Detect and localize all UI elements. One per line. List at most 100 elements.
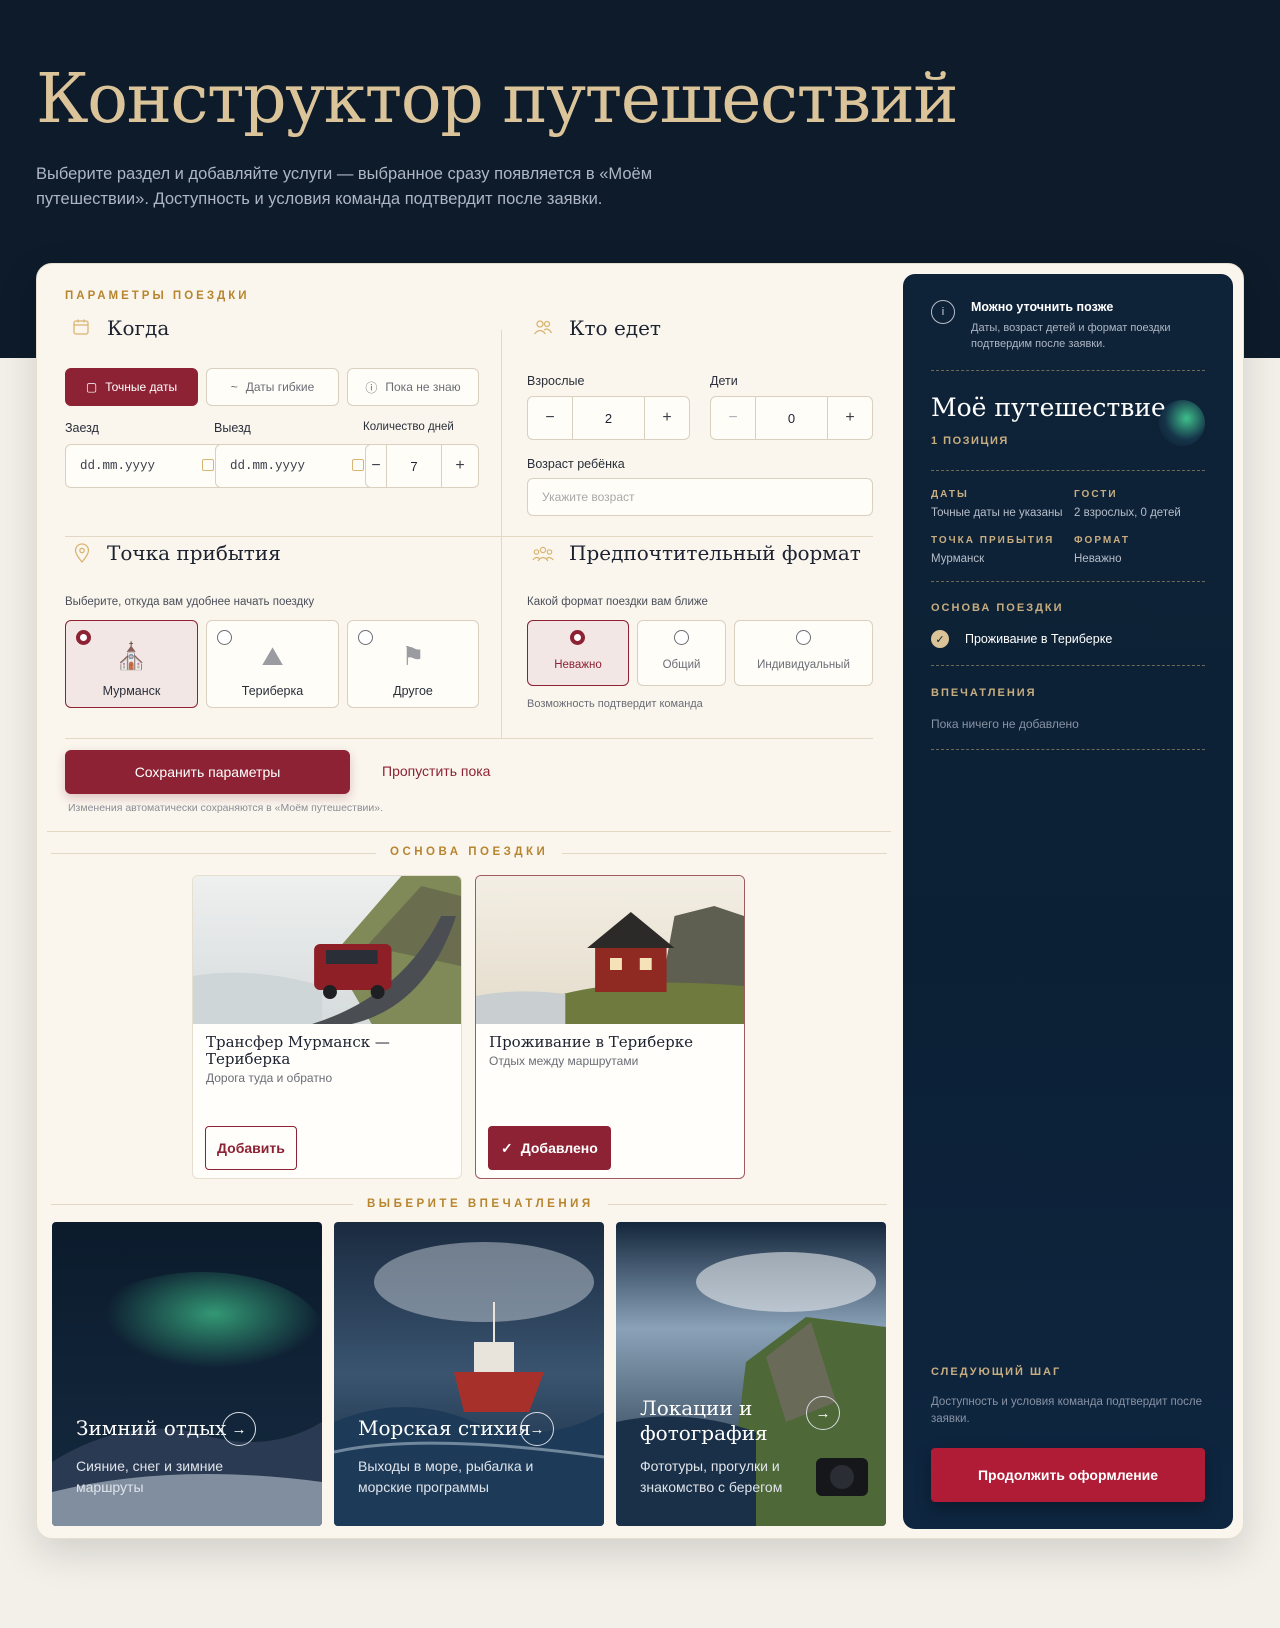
calendar-icon (352, 459, 364, 471)
days-value[interactable]: 7 (386, 445, 442, 487)
row-divider (65, 738, 873, 739)
exp-subtitle: Выходы в море, рыбалка и морские програм… (358, 1458, 534, 1495)
adults-stepper: − 2 + (527, 396, 690, 440)
format-option-label: Неважно (554, 659, 602, 671)
days-stepper: − 7 + (365, 444, 479, 488)
exp-title: Морская стихия (358, 1416, 531, 1440)
mode-label: Точные даты (105, 380, 178, 394)
arrival-option-teriberka[interactable]: ⛰ Териберка (206, 620, 339, 708)
days-plus-button[interactable]: + (442, 445, 478, 487)
exp-title: Зимний отдых (76, 1416, 227, 1440)
arrival-option-label: Териберка (241, 684, 304, 698)
church-icon: ⛪ (115, 641, 148, 671)
experiences-label: ВПЕЧАТЛЕНИЯ (931, 687, 1037, 699)
radio[interactable] (795, 630, 811, 645)
arrival-option-other[interactable]: ⚑ Другое (347, 620, 479, 708)
format-value: Неважно (1074, 553, 1122, 565)
divider (931, 665, 1205, 666)
base-label: ОСНОВА ПОЕЗДКИ (931, 602, 1064, 614)
guests-value: 2 взрослых, 0 детей (1074, 507, 1181, 519)
format-title: Предпочтительный формат (569, 541, 861, 565)
children-plus-button[interactable]: + (828, 397, 872, 439)
calendar-icon: ▢ (85, 380, 98, 394)
save-params-button[interactable]: Сохранить параметры (65, 750, 350, 794)
adults-minus-button[interactable]: − (528, 397, 572, 439)
calendar-icon (73, 319, 89, 335)
format-note: Возможность подтвердит команда (527, 698, 703, 710)
section-divider (47, 831, 891, 832)
divider (931, 749, 1205, 750)
exp-card-sea[interactable]: Морская стихия → Выходы в море, рыбалка … (334, 1222, 604, 1526)
arrival-label: ТОЧКА ПРИБЫТИЯ (931, 535, 1055, 546)
continue-button[interactable]: Продолжить оформление (931, 1448, 1205, 1502)
people-icon (533, 320, 553, 335)
mode-unknown[interactable]: ⓘ Пока не знаю (347, 368, 479, 406)
card-title: Трансфер Мурманск — Териберка (206, 1033, 390, 1068)
aurora-thumbnail (1159, 400, 1205, 446)
children-minus-button[interactable]: − (711, 397, 755, 439)
next-step-text: Доступность и условия команда подтвердит… (931, 1396, 1203, 1425)
exp-card-winter[interactable]: Зимний отдых → Сияние, снег и зимние мар… (52, 1222, 322, 1526)
divider (931, 581, 1205, 582)
adults-label: Взрослые (527, 374, 585, 388)
added-button[interactable]: ✓ Добавлено (488, 1126, 611, 1170)
column-divider (501, 330, 502, 738)
format-option-group[interactable]: Общий (637, 620, 726, 686)
question-icon: ⓘ (365, 380, 378, 395)
arrival-title: Точка прибытия (107, 541, 281, 565)
my-trip-sidebar: i Можно уточнить позже Даты, возраст дет… (903, 274, 1233, 1529)
added-label: Добавлено (520, 1140, 598, 1156)
params-section-label: ПАРАМЕТРЫ ПОЕЗДКИ (65, 290, 250, 302)
divider (931, 470, 1205, 471)
checkout-date-input[interactable]: dd.mm.yyyy (215, 444, 375, 488)
house-image (476, 876, 744, 1024)
checkin-date-input[interactable]: dd.mm.yyyy (65, 444, 225, 488)
arrow-right-icon[interactable]: → (520, 1412, 554, 1446)
skip-link[interactable]: Пропустить пока (382, 763, 490, 779)
arrival-option-label: Другое (393, 684, 433, 698)
page-title: Конструктор путешествий (36, 60, 959, 139)
date-placeholder: dd.mm.yyyy (80, 459, 156, 473)
card-subtitle: Отдых между маршрутами (489, 1054, 639, 1068)
adults-plus-button[interactable]: + (645, 397, 689, 439)
radio[interactable] (570, 630, 585, 645)
arrow-right-icon[interactable]: → (806, 1396, 840, 1430)
arrow-right-icon[interactable]: → (222, 1412, 256, 1446)
exp-card-photo[interactable]: Локации и фотография → Фототуры, прогулк… (616, 1222, 886, 1526)
transfer-image (193, 876, 461, 1024)
radio[interactable] (673, 630, 689, 645)
format-option-any[interactable]: Неважно (527, 620, 629, 686)
days-label: Количество дней (363, 421, 454, 433)
mode-label: Даты гибкие (245, 380, 315, 394)
dates-label: ДАТЫ (931, 489, 969, 500)
signpost-icon: ⚑ (401, 641, 425, 671)
adults-value[interactable]: 2 (572, 397, 645, 439)
exp-subtitle: Сияние, снег и зимние маршруты (76, 1458, 224, 1495)
base-card-stay: Проживание в Териберке Отдых между маршр… (475, 875, 745, 1179)
arrival-option-murmansk[interactable]: ⛪ Мурманск (65, 620, 198, 708)
days-minus-button[interactable]: − (366, 445, 386, 487)
arrival-option-label: Мурманск (102, 684, 161, 698)
mode-flexible-dates[interactable]: ~ Даты гибкие (206, 368, 339, 406)
format-label: ФОРМАТ (1074, 535, 1131, 546)
arrival-hint: Выберите, откуда вам удобнее начать поез… (65, 596, 315, 608)
exp-subtitle: Фототуры, прогулки и знакомство с берего… (640, 1458, 783, 1495)
add-button[interactable]: Добавить (205, 1126, 297, 1170)
guests-label: ГОСТИ (1074, 489, 1118, 500)
card-subtitle: Дорога туда и обратно (206, 1071, 333, 1085)
child-age-input[interactable]: Укажите возраст (527, 478, 873, 516)
check-icon: ✓ (501, 1139, 513, 1156)
mode-exact-dates[interactable]: ▢ Точные даты (65, 368, 198, 406)
date-placeholder: dd.mm.yyyy (230, 459, 306, 473)
children-label: Дети (710, 374, 738, 388)
children-value[interactable]: 0 (755, 397, 828, 439)
autosave-note: Изменения автоматически сохраняются в «М… (68, 802, 384, 814)
calendar-icon (202, 459, 214, 471)
tilde-icon: ~ (230, 380, 238, 394)
checkout-label: Выезд (214, 421, 251, 435)
format-option-individual[interactable]: Индивидуальный (734, 620, 873, 686)
mode-label: Пока не знаю (385, 380, 461, 394)
base-item: Проживание в Териберке (965, 632, 1113, 646)
format-option-label: Общий (662, 659, 701, 671)
card-title: Проживание в Териберке (489, 1033, 693, 1051)
